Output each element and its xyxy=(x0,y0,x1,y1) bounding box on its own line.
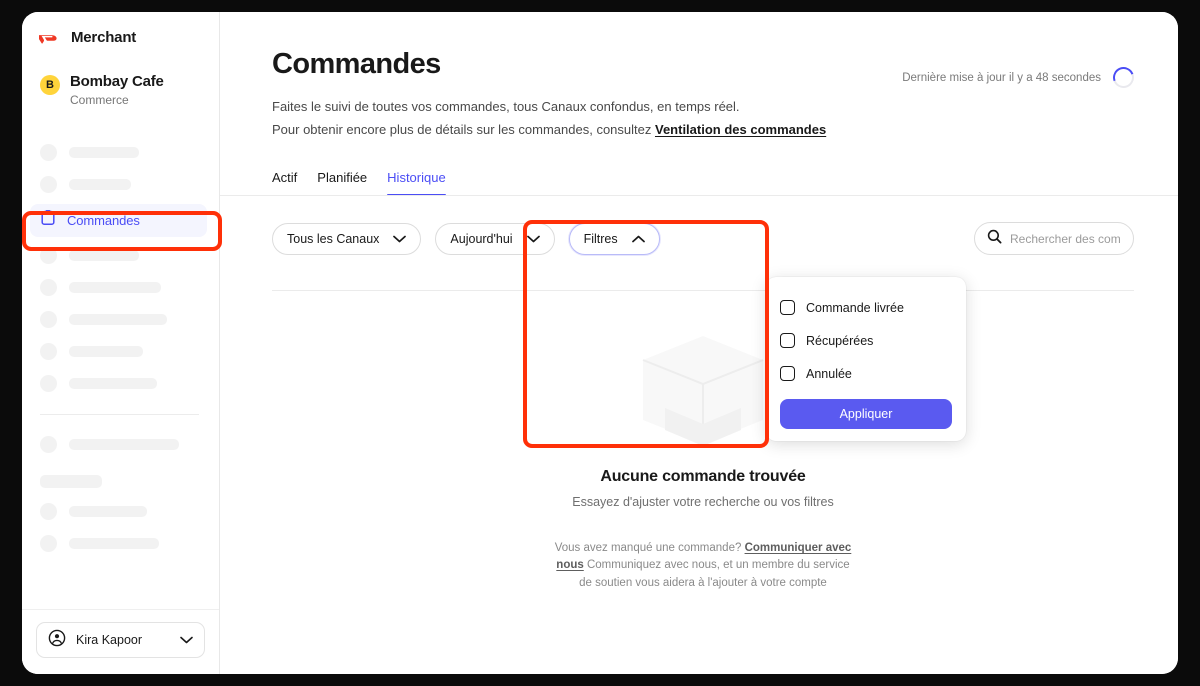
skeleton-icon xyxy=(40,535,57,553)
store-selector[interactable]: B Bombay Cafe Commerce xyxy=(22,46,219,107)
skeleton-icon xyxy=(40,343,57,361)
filter-bar-divider xyxy=(272,290,1134,291)
filtres-label: Filtres xyxy=(583,231,618,246)
search-icon xyxy=(987,229,1002,249)
app-window: Merchant B Bombay Cafe Commerce Commande… xyxy=(22,12,1178,674)
skeleton-label xyxy=(69,506,147,518)
channel-filter-label: Tous les Canaux xyxy=(287,231,380,246)
channel-filter-dropdown[interactable]: Tous les Canaux xyxy=(272,222,422,255)
page-header: Commandes Faites le suivi de toutes vos … xyxy=(220,12,1178,140)
sidebar-skeleton-item xyxy=(22,429,219,461)
filter-bar: Tous les Canaux Aujourd'hui Filtres xyxy=(220,196,1178,256)
subtitle-prefix: Pour obtenir encore plus de détails sur … xyxy=(272,122,655,138)
skeleton-icon xyxy=(40,375,57,393)
skeleton-label xyxy=(69,179,131,191)
skeleton-label xyxy=(69,314,167,326)
filter-option-label: Commande livrée xyxy=(806,300,904,315)
empty-state-title: Aucune commande trouvée xyxy=(600,468,806,485)
sidebar-skeleton-item xyxy=(22,304,219,336)
skeleton-label xyxy=(69,282,161,294)
sidebar-skeleton-item xyxy=(22,496,219,528)
chevron-down-icon xyxy=(180,631,193,649)
missed-order-suffix: Communiquez avec nous, et un membre du s… xyxy=(579,559,850,589)
sidebar-item-commandes[interactable]: Commandes xyxy=(30,203,207,237)
skeleton-label xyxy=(69,439,179,451)
tab-actif[interactable]: Actif xyxy=(272,170,297,196)
chevron-down-icon xyxy=(393,235,407,243)
store-avatar: B xyxy=(40,75,60,95)
filter-option-commande-livree[interactable]: Commande livrée xyxy=(780,291,952,324)
sidebar-skeleton-item xyxy=(22,336,219,368)
checkbox-icon[interactable] xyxy=(780,300,795,315)
sidebar-skeleton-group-label xyxy=(40,474,102,488)
brand-name: Merchant xyxy=(71,29,137,46)
main-content: Commandes Faites le suivi de toutes vos … xyxy=(220,12,1178,674)
sidebar-item-label: Commandes xyxy=(67,212,140,228)
sidebar-skeleton-item xyxy=(22,368,219,400)
loading-spinner-icon xyxy=(1109,63,1138,92)
sidebar-divider xyxy=(40,413,199,415)
chevron-down-icon xyxy=(526,235,540,243)
sidebar-skeleton-item xyxy=(22,169,219,201)
filtres-dropdown-button[interactable]: Filtres xyxy=(568,222,660,255)
skeleton-icon xyxy=(40,247,57,265)
search-box[interactable] xyxy=(974,222,1134,256)
sidebar-skeleton-item xyxy=(22,137,219,169)
filter-option-label: Annulée xyxy=(806,366,852,381)
store-name: Bombay Cafe xyxy=(70,73,164,90)
empty-state-subtitle: Essayez d'ajuster votre recherche ou vos… xyxy=(572,495,834,509)
chevron-up-icon xyxy=(631,235,645,243)
doordash-logo-icon xyxy=(38,30,62,46)
clipboard-icon xyxy=(40,209,56,231)
last-updated-status: Dernière mise à jour il y a 48 secondes xyxy=(902,63,1138,92)
skeleton-icon xyxy=(40,279,57,297)
filter-option-label: Récupérées xyxy=(806,333,874,348)
missed-order-help-text: Vous avez manqué une commande? Communiqu… xyxy=(553,540,853,592)
user-menu-button[interactable]: Kira Kapoor xyxy=(36,622,205,658)
search-input[interactable] xyxy=(1010,231,1121,246)
skeleton-label xyxy=(69,346,143,358)
sidebar: Merchant B Bombay Cafe Commerce Commande… xyxy=(22,12,220,674)
user-circle-icon xyxy=(48,629,66,652)
missed-order-prefix: Vous avez manqué une commande? xyxy=(554,542,745,554)
skeleton-icon xyxy=(40,311,57,329)
sidebar-nav: Commandes xyxy=(22,137,219,560)
filter-option-annulee[interactable]: Annulée xyxy=(780,357,952,390)
device-frame: Merchant B Bombay Cafe Commerce Commande… xyxy=(0,0,1200,686)
sidebar-skeleton-item xyxy=(22,272,219,304)
skeleton-label xyxy=(69,250,139,262)
ventilation-des-commandes-link[interactable]: Ventilation des commandes xyxy=(655,122,826,137)
tab-planifiee[interactable]: Planifiée xyxy=(317,170,367,196)
tab-historique[interactable]: Historique xyxy=(387,170,446,197)
user-name: Kira Kapoor xyxy=(76,633,143,647)
store-subtitle: Commerce xyxy=(70,92,129,107)
sidebar-skeleton-item xyxy=(22,240,219,272)
skeleton-icon xyxy=(40,503,57,521)
sidebar-skeleton-item xyxy=(22,528,219,560)
skeleton-label xyxy=(69,147,139,159)
checkbox-icon[interactable] xyxy=(780,366,795,381)
date-filter-label: Aujourd'hui xyxy=(450,231,513,246)
brand-header[interactable]: Merchant xyxy=(22,12,219,46)
skeleton-label xyxy=(69,378,157,390)
skeleton-icon xyxy=(40,436,57,454)
last-updated-text: Dernière mise à jour il y a 48 secondes xyxy=(902,71,1101,84)
skeleton-label xyxy=(69,538,159,550)
date-filter-dropdown[interactable]: Aujourd'hui xyxy=(435,222,555,255)
checkbox-icon[interactable] xyxy=(780,333,795,348)
skeleton-icon xyxy=(40,176,57,194)
appliquer-button[interactable]: Appliquer xyxy=(780,399,952,429)
page-subtitle-line-1: Faites le suivi de toutes vos commandes,… xyxy=(272,99,740,114)
page-subtitle-line-2: Pour obtenir encore plus de détails sur … xyxy=(272,120,1134,140)
tabs: Actif Planifiée Historique xyxy=(220,170,1178,197)
filters-dropdown-menu: Commande livrée Récupérées Annulée Appli… xyxy=(766,277,966,441)
filter-option-recuperees[interactable]: Récupérées xyxy=(780,324,952,357)
sidebar-footer: Kira Kapoor xyxy=(22,609,219,674)
skeleton-icon xyxy=(40,144,57,162)
empty-state: Aucune commande trouvée Essayez d'ajuste… xyxy=(220,312,1178,592)
